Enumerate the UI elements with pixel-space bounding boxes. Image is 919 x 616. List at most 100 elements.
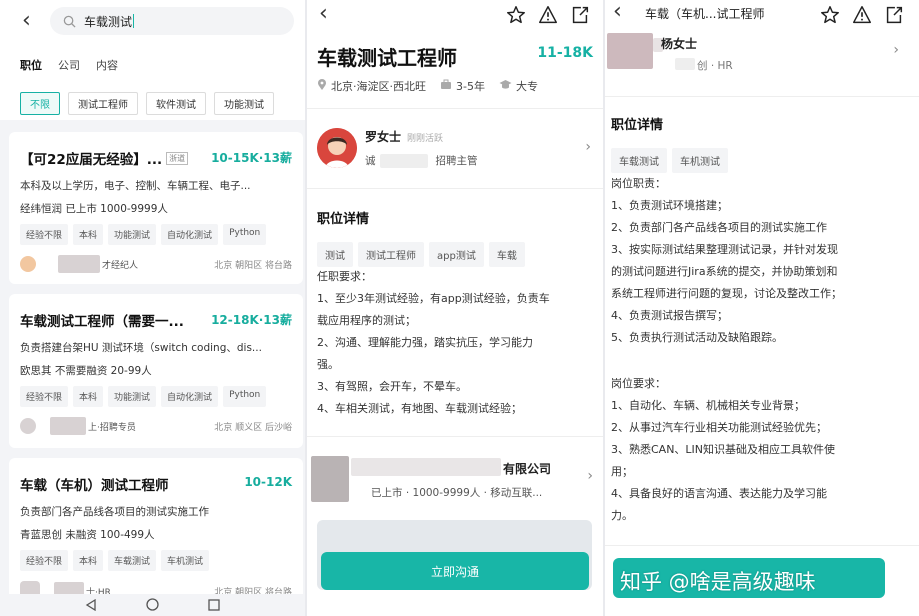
job-card[interactable]: 车载测试工程师（需要一... 12-18K·13薪 负责搭建台架HU 测试环境（… <box>9 294 303 448</box>
recruiter-avatar <box>317 128 357 168</box>
job-tags: 经验不限 本科 功能测试 自动化测试 Python <box>20 386 292 407</box>
job-duties: 岗位职责： 1、负责测试环境搭建； 2、负责部门各产品线各项目的测试实施工作 3… <box>611 173 911 349</box>
job-education: 大专 <box>515 80 538 93</box>
recruiter-name: 罗女士 <box>365 130 402 144</box>
job-tag: 车机测试 <box>161 550 210 571</box>
blurred-company-logo <box>311 456 349 502</box>
system-nav-bar <box>0 594 305 616</box>
chevron-right-icon: › <box>893 42 899 58</box>
requirements-title: 任职要求： <box>317 270 372 283</box>
recruiter-avatar <box>20 256 36 272</box>
job-tag: 车机测试 <box>672 148 728 173</box>
job-tag: 车载测试 <box>611 148 667 173</box>
job-title: 车载测试工程师 <box>317 46 457 70</box>
blurred-avatar <box>20 418 36 434</box>
company-info: 青蓝思创 未融资 100-499人 <box>20 529 155 541</box>
location-pin-icon <box>317 78 327 94</box>
nav-home-icon[interactable] <box>146 596 159 615</box>
share-icon[interactable] <box>569 4 591 30</box>
job-card[interactable]: 车载（车机）测试工程师 10-12K 负责部门各产品线各项目的测试实施工作 青蓝… <box>9 458 303 616</box>
nav-recents-icon[interactable] <box>208 596 220 615</box>
blurred-name <box>58 255 100 273</box>
report-icon[interactable] <box>537 4 559 30</box>
recruiter-row: 才经纪人 北京 朝阳区 将台路 <box>20 255 292 273</box>
header-title: 车载（车机...试工程师 <box>645 7 765 21</box>
requirement-line: 强。 <box>317 358 339 371</box>
job-tag: 测试 <box>317 242 353 267</box>
requirement-line: 3、熟悉CAN、LIN知识基础及相应工具软件使 <box>611 443 836 456</box>
blurred-company <box>675 58 695 70</box>
back-arrow-icon[interactable]: ‹ <box>22 10 31 32</box>
blurred-company-name <box>351 458 501 476</box>
job-location: 北京 顺义区 后沙峪 <box>214 422 292 433</box>
job-tag: 测试工程师 <box>358 242 424 267</box>
recruiter-card[interactable]: 罗女士 刚刚活跃 诚 招聘主管 <box>317 128 478 168</box>
recruiter-name: 杨女士 <box>661 37 698 51</box>
filter-chip-bar: 不限 测试工程师 软件测试 功能测试 <box>0 92 305 120</box>
requirements-title: 岗位要求： <box>611 377 666 390</box>
job-tag: 本科 <box>73 550 104 571</box>
company-meta: 已上市 · 1000-9999人 · 移动互联... <box>371 487 543 499</box>
blurred-name <box>50 417 86 435</box>
recruiter-meta: 创 · HR <box>697 60 733 72</box>
section-title: 职位详情 <box>317 212 370 227</box>
nav-back-icon[interactable] <box>85 596 97 615</box>
job-tags: 车载测试 车机测试 <box>611 148 728 173</box>
recruiter-company: 诚 <box>365 155 376 167</box>
section-title: 职位详情 <box>611 118 664 133</box>
search-query-text: 车载测试 <box>84 14 133 29</box>
divider <box>307 436 603 437</box>
filter-chip-software-test[interactable]: 软件测试 <box>146 92 206 115</box>
chat-now-button[interactable]: 立即沟通 <box>321 552 589 590</box>
job-salary: 11-18K <box>537 45 593 61</box>
company-name-suffix: 有限公司 <box>503 462 552 476</box>
company-info: 经纬恒润 已上市 1000-9999人 <box>20 203 168 215</box>
job-experience: 3-5年 <box>456 80 485 93</box>
star-icon[interactable] <box>505 4 527 30</box>
graduation-cap-icon <box>499 79 512 93</box>
job-tags: 经验不限 本科 车载测试 车机测试 <box>20 550 292 571</box>
search-icon <box>62 14 76 28</box>
requirement-line: 4、具备良好的语言沟通、表达能力及学习能 <box>611 487 827 500</box>
tab-content[interactable]: 内容 <box>96 57 118 73</box>
watermark-text: 知乎 @啥是高级趣味 <box>620 570 816 594</box>
tab-jobs[interactable]: 职位 <box>20 57 42 73</box>
duty-line: 5、负责执行测试活动及缺陷跟踪。 <box>611 331 783 344</box>
report-icon[interactable] <box>851 4 873 30</box>
job-description: 负责部门各产品线各项目的测试实施工作 <box>20 506 209 518</box>
job-tags: 测试 测试工程师 app测试 车载 <box>317 242 525 267</box>
job-tag: app测试 <box>429 242 484 267</box>
job-tag: 经验不限 <box>20 550 69 571</box>
job-badge: 浙道 <box>166 151 189 165</box>
duty-line: 系统工程师进行问题的复现，讨论及整改工作； <box>611 287 842 300</box>
filter-chip-functional-test[interactable]: 功能测试 <box>214 92 274 115</box>
back-arrow-icon[interactable]: ‹ <box>613 1 622 23</box>
job-tag: Python <box>223 386 267 407</box>
requirement-line: 2、沟通、理解能力强，踏实抗压，学习能力 <box>317 336 533 349</box>
job-tag: 功能测试 <box>108 224 157 245</box>
recruiter-status: 刚刚活跃 <box>407 134 444 144</box>
job-tag: 自动化测试 <box>161 386 219 407</box>
share-icon[interactable] <box>883 4 905 30</box>
filter-chip-any[interactable]: 不限 <box>20 92 60 115</box>
job-tag: 自动化测试 <box>161 224 219 245</box>
company-row[interactable]: 有限公司 已上市 · 1000-9999人 · 移动互联... › <box>307 452 603 508</box>
job-card[interactable]: 【可22应届无经验】... 浙道 10-15K·13薪 本科及以上学历，电子、控制… <box>9 132 303 284</box>
duty-line: 4、负责测试报告撰写； <box>611 309 728 322</box>
tab-companies[interactable]: 公司 <box>58 57 80 73</box>
blurred-avatar <box>607 33 653 69</box>
star-icon[interactable] <box>819 4 841 30</box>
back-arrow-icon[interactable]: ‹ <box>319 3 328 25</box>
job-salary: 12-18K·13薪 <box>211 313 292 327</box>
recruiter-role: 招聘主管 <box>435 155 478 167</box>
filter-chip-test-engineer[interactable]: 测试工程师 <box>68 92 138 115</box>
job-salary: 10-12K <box>244 475 292 489</box>
job-detail-panel-2: ‹ 车载（车机...试工程师 杨女士 创 · HR › 职位详情 车载测试 车机… <box>605 0 919 616</box>
recruiter-card[interactable]: 杨女士 创 · HR › <box>605 30 919 78</box>
divider <box>307 188 603 189</box>
search-header: ‹ 车载测试 职位 公司 内容 <box>0 0 305 98</box>
job-tag: 车载测试 <box>108 550 157 571</box>
search-input[interactable]: 车载测试 <box>50 7 294 35</box>
divider <box>605 545 919 546</box>
duty-line: 1、负责测试环境搭建； <box>611 199 728 212</box>
